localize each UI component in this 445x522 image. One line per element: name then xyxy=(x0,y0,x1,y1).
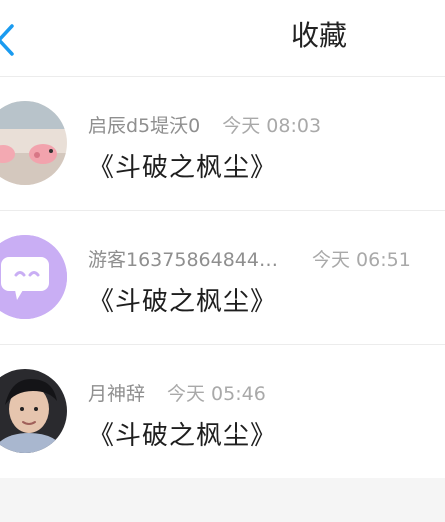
pig-avatar[interactable] xyxy=(0,101,67,185)
username: 启辰d5堤沃0 xyxy=(88,115,201,137)
list-item[interactable]: 月神辞 今天 05:46 《斗破之枫尘》 xyxy=(0,345,445,479)
favorites-list: 启辰d5堤沃0 今天 08:03 《斗破之枫尘》 游客16375864844… 今天… xyxy=(0,77,445,479)
chat-bubble-avatar[interactable] xyxy=(0,235,67,319)
username: 月神辞 xyxy=(88,383,146,405)
username: 游客16375864844… xyxy=(88,249,278,271)
timestamp: 今天 05:46 xyxy=(167,383,266,405)
item-meta: 启辰d5堤沃0 今天 08:03 xyxy=(88,111,321,138)
timestamp: 今天 08:03 xyxy=(222,115,322,137)
book-title[interactable]: 《斗破之枫尘》 xyxy=(88,147,277,184)
item-meta: 月神辞 今天 05:46 xyxy=(88,379,266,406)
timestamp: 今天 06:51 xyxy=(311,249,411,271)
item-meta: 游客16375864844… 今天 06:51 xyxy=(88,245,411,272)
portrait-avatar[interactable] xyxy=(0,369,67,453)
book-title[interactable]: 《斗破之枫尘》 xyxy=(88,281,277,318)
empty-area xyxy=(0,478,445,522)
page-title: 收藏 xyxy=(290,19,347,52)
list-item[interactable]: 启辰d5堤沃0 今天 08:03 《斗破之枫尘》 xyxy=(0,77,445,211)
list-item[interactable]: 游客16375864844… 今天 06:51 《斗破之枫尘》 xyxy=(0,211,445,345)
top-bar: 收藏 xyxy=(0,0,445,77)
book-title[interactable]: 《斗破之枫尘》 xyxy=(88,415,277,452)
